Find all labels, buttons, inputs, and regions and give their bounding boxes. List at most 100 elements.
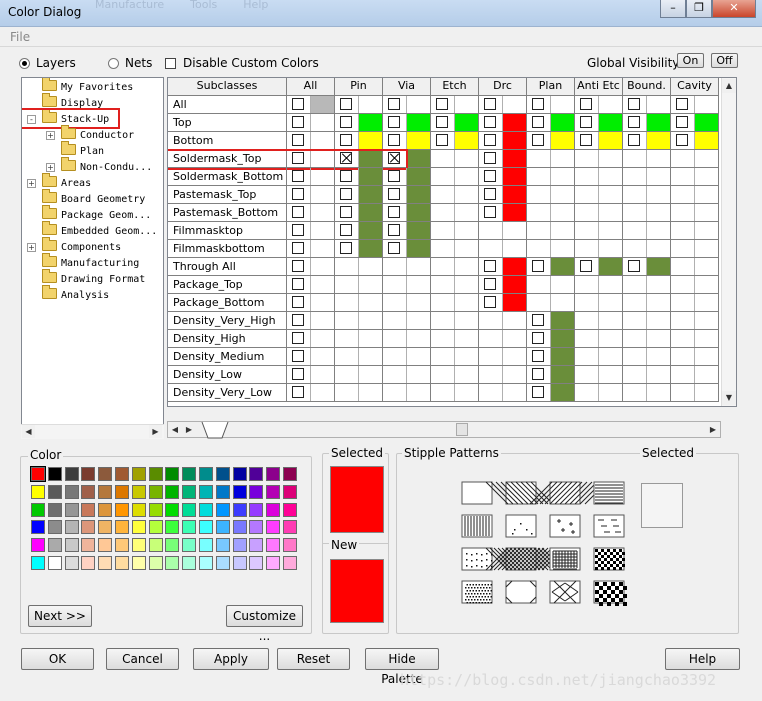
visibility-checkbox[interactable] (388, 170, 400, 182)
color-swatch[interactable] (311, 96, 334, 113)
palette-color[interactable] (47, 502, 62, 517)
menu-file[interactable]: File (10, 30, 30, 44)
visibility-checkbox[interactable] (292, 170, 304, 182)
palette-color[interactable] (98, 556, 113, 570)
visibility-checkbox[interactable] (484, 278, 496, 290)
palette-color[interactable] (115, 484, 129, 499)
palette-color[interactable] (148, 502, 163, 517)
color-swatch[interactable] (503, 294, 526, 311)
palette-color[interactable] (131, 520, 146, 535)
cancel-button[interactable]: Cancel (106, 648, 179, 670)
scroll-left-icon[interactable]: ◀ (169, 423, 181, 436)
visibility-checkbox[interactable] (532, 314, 544, 326)
palette-color[interactable] (199, 502, 213, 517)
visibility-checkbox[interactable] (436, 98, 448, 110)
palette-color[interactable] (232, 520, 247, 535)
visibility-checkbox[interactable] (388, 116, 400, 128)
visibility-checkbox[interactable] (292, 350, 304, 362)
tree-item[interactable]: My Favorites (42, 78, 133, 96)
sheet-tab-icon[interactable] (200, 421, 230, 439)
tree-item[interactable]: Components (42, 237, 121, 256)
visibility-checkbox[interactable] (292, 206, 304, 218)
column-header[interactable]: Drc (479, 78, 527, 96)
minimize-icon[interactable]: – (660, 0, 686, 18)
palette-color[interactable] (215, 538, 230, 553)
palette-color[interactable] (165, 502, 180, 517)
palette-color[interactable] (232, 484, 247, 499)
color-swatch[interactable] (551, 312, 574, 329)
palette-color[interactable] (148, 467, 163, 481)
close-icon[interactable]: ✕ (712, 0, 756, 18)
palette-color[interactable] (131, 502, 146, 517)
color-swatch[interactable] (599, 132, 622, 149)
palette-color[interactable] (64, 502, 79, 517)
palette-color[interactable] (283, 502, 297, 517)
expand-icon[interactable]: + (27, 243, 36, 252)
visibility-checkbox[interactable] (388, 242, 400, 254)
stipple-pattern-dots-sparse[interactable] (505, 514, 537, 538)
visibility-checkbox[interactable] (676, 134, 688, 146)
palette-color[interactable] (165, 520, 180, 535)
visibility-checkbox[interactable] (292, 368, 304, 380)
palette-color[interactable] (81, 556, 96, 570)
column-header[interactable]: Pin (335, 78, 383, 96)
visibility-checkbox[interactable] (532, 134, 544, 146)
color-swatch[interactable] (455, 114, 478, 131)
color-swatch[interactable] (407, 186, 430, 203)
palette-color[interactable] (215, 520, 230, 535)
palette-color[interactable] (98, 467, 113, 481)
visibility-checkbox[interactable] (532, 332, 544, 344)
palette-color[interactable] (232, 538, 247, 553)
tree-scroll-right-icon[interactable]: ▶ (149, 425, 162, 438)
visibility-checkbox[interactable] (676, 98, 688, 110)
palette-color[interactable] (81, 502, 96, 517)
palette-color[interactable] (249, 556, 264, 570)
visibility-checkbox[interactable] (340, 242, 352, 254)
h-scroll-thumb[interactable] (456, 423, 468, 436)
stipple-pattern-dense-dots[interactable] (461, 580, 493, 604)
column-header[interactable]: All (287, 78, 335, 96)
visibility-checkbox[interactable] (532, 386, 544, 398)
palette-color[interactable] (31, 538, 45, 553)
palette-color[interactable] (98, 538, 113, 553)
palette-color[interactable] (115, 467, 129, 481)
column-header[interactable]: Cavity (671, 78, 719, 96)
expand-icon[interactable]: + (46, 131, 55, 140)
palette-color[interactable] (249, 467, 264, 481)
color-swatch[interactable] (551, 132, 574, 149)
palette-color[interactable] (182, 556, 197, 570)
palette-color[interactable] (131, 556, 146, 570)
stipple-pattern-x-diamond[interactable] (549, 580, 581, 604)
visibility-checkbox[interactable] (580, 260, 592, 272)
palette-color[interactable] (215, 484, 230, 499)
palette-color[interactable] (98, 520, 113, 535)
visibility-checkbox[interactable] (292, 188, 304, 200)
visibility-checkbox[interactable] (628, 134, 640, 146)
visibility-checkbox[interactable] (484, 206, 496, 218)
palette-color[interactable] (165, 467, 180, 481)
palette-color[interactable] (115, 520, 129, 535)
expand-icon[interactable]: + (27, 179, 36, 188)
help-button[interactable]: Help (665, 648, 740, 670)
palette-color[interactable] (31, 556, 45, 570)
palette-color[interactable] (64, 467, 79, 481)
palette-color[interactable] (199, 538, 213, 553)
color-swatch[interactable] (359, 114, 382, 131)
palette-color[interactable] (283, 467, 297, 481)
apply-button[interactable]: Apply (193, 648, 269, 670)
visibility-checkbox[interactable] (580, 98, 592, 110)
visibility-checkbox[interactable] (292, 314, 304, 326)
stipple-pattern-grid[interactable] (549, 547, 581, 571)
palette-color[interactable] (165, 538, 180, 553)
visibility-checkbox[interactable] (292, 116, 304, 128)
reset-button[interactable]: Reset (277, 648, 350, 670)
visibility-checkbox[interactable] (292, 242, 304, 254)
tree-item[interactable]: Board Geometry (42, 189, 145, 208)
scroll-right-end-icon[interactable]: ▶ (707, 423, 719, 436)
palette-color[interactable] (266, 520, 281, 535)
palette-color[interactable] (30, 466, 46, 482)
palette-color[interactable] (47, 520, 62, 535)
color-swatch[interactable] (695, 114, 718, 131)
scroll-right-icon[interactable]: ▶ (183, 423, 195, 436)
visibility-checkbox[interactable] (292, 98, 304, 110)
